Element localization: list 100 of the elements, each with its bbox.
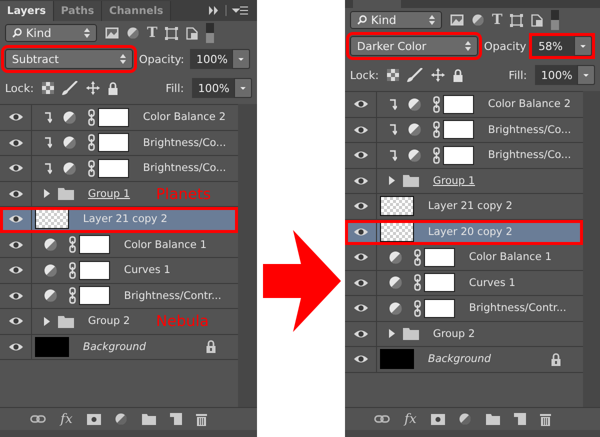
fill-field[interactable]: 100% xyxy=(189,75,255,101)
image-filter-icon[interactable] xyxy=(450,14,464,26)
shape-filter-icon[interactable] xyxy=(165,26,178,40)
type-filter-button[interactable]: T xyxy=(492,12,502,28)
smart-object-filter-icon[interactable] xyxy=(531,14,544,26)
smart-object-filter-icon[interactable] xyxy=(186,26,198,40)
layer-row[interactable]: Brightness/Co... xyxy=(0,156,238,182)
layer-row[interactable]: Brightness/Contr... xyxy=(0,284,238,309)
filter-dropdown[interactable]: Kind xyxy=(5,24,97,42)
layer-row[interactable]: Brightness/Co... xyxy=(345,118,583,143)
type-filter-button[interactable]: T xyxy=(147,25,158,41)
resize-grip[interactable] xyxy=(0,430,257,437)
expand-triangle-icon[interactable] xyxy=(44,189,50,198)
folder-icon[interactable] xyxy=(142,414,156,424)
layer-row[interactable]: Curves 1 xyxy=(345,270,583,296)
link-icon[interactable] xyxy=(30,415,46,423)
eye-icon[interactable] xyxy=(8,265,24,276)
filter-dropdown[interactable]: Kind xyxy=(350,11,442,29)
layer-row[interactable]: Color Balance 1 xyxy=(345,245,583,270)
eye-icon[interactable] xyxy=(352,124,368,135)
eye-icon[interactable] xyxy=(8,138,24,148)
expand-triangle-icon[interactable] xyxy=(389,329,395,338)
eye-icon[interactable] xyxy=(352,201,368,212)
adjustment-layer-icon[interactable] xyxy=(458,412,472,426)
eye-icon[interactable] xyxy=(8,163,24,174)
eye-icon[interactable] xyxy=(8,240,24,250)
new-layer-icon[interactable] xyxy=(170,413,182,425)
eye-icon[interactable] xyxy=(352,328,368,339)
layer-row[interactable]: Curves 1 xyxy=(0,258,238,284)
mask-icon[interactable] xyxy=(430,414,445,424)
layer-row[interactable]: Brightness/Co... xyxy=(345,143,583,168)
opacity-field[interactable]: 58% xyxy=(529,33,596,59)
layer-row[interactable]: Color Balance 1 xyxy=(0,232,238,258)
trash-icon[interactable] xyxy=(540,412,551,426)
scrollbar-track[interactable] xyxy=(583,91,600,407)
annotation-label: Nebula xyxy=(156,312,209,330)
layer-row[interactable]: Group 2 xyxy=(345,322,583,347)
eye-icon[interactable] xyxy=(352,226,368,237)
trash-icon[interactable] xyxy=(196,412,207,426)
layer-row[interactable]: Brightness/Co... xyxy=(0,130,238,156)
layer-row[interactable]: Color Balance 2 xyxy=(345,92,583,118)
scrollbar-track[interactable] xyxy=(238,104,257,407)
layer-row[interactable]: Group 1 xyxy=(345,168,583,194)
brush-icon[interactable] xyxy=(406,68,423,82)
layer-name: Brightness/Co... xyxy=(488,124,572,136)
layer-name: Brightness/Contr... xyxy=(469,302,566,314)
lock-all-icon[interactable] xyxy=(452,68,463,82)
eye-icon[interactable] xyxy=(352,252,368,262)
move-icon[interactable] xyxy=(430,68,445,82)
expand-triangle-icon[interactable] xyxy=(44,316,50,326)
eye-icon[interactable] xyxy=(8,112,24,122)
folder-icon[interactable] xyxy=(486,414,500,424)
mask-icon[interactable] xyxy=(86,414,101,424)
eye-icon[interactable] xyxy=(8,290,24,301)
eye-icon[interactable] xyxy=(352,99,368,110)
adjustment-filter-icon[interactable] xyxy=(127,27,139,39)
eye-icon[interactable] xyxy=(352,278,368,288)
filter-toggle-icon[interactable] xyxy=(551,10,560,30)
opacity-field[interactable]: 100% xyxy=(187,46,254,72)
eye-icon[interactable] xyxy=(352,354,368,364)
panel-tab[interactable]: Paths xyxy=(54,1,102,21)
layer-row[interactable]: Layer 21 copy 2 xyxy=(0,207,238,232)
lock-all-icon[interactable] xyxy=(108,82,118,94)
panel-tab[interactable]: Layers xyxy=(0,1,54,21)
fill-label: Fill: xyxy=(508,68,527,82)
layer-name: Layer 21 copy 2 xyxy=(428,200,512,212)
expand-triangle-icon[interactable] xyxy=(389,176,395,186)
move-icon[interactable] xyxy=(86,81,100,95)
layer-style-button[interactable]: fx xyxy=(404,412,417,426)
panel-menu-icon[interactable] xyxy=(209,5,249,16)
layer-row[interactable]: Color Balance 2 xyxy=(0,105,238,130)
adjustment-filter-icon[interactable] xyxy=(472,14,484,26)
lock-transparency-icon[interactable] xyxy=(42,82,54,94)
layer-row[interactable]: Group 2 Nebula xyxy=(0,309,238,334)
eye-icon[interactable] xyxy=(352,150,368,160)
layer-row[interactable]: Background xyxy=(0,334,238,360)
eye-icon[interactable] xyxy=(8,342,24,352)
adjustment-layer-icon[interactable] xyxy=(114,412,128,426)
layer-thumbnail xyxy=(35,209,69,230)
lock-transparency-icon[interactable] xyxy=(386,69,399,81)
image-filter-icon[interactable] xyxy=(105,27,119,39)
layer-name: Brightness/Contr... xyxy=(124,290,222,302)
eye-icon[interactable] xyxy=(8,316,24,326)
layer-row[interactable]: Layer 20 copy 2 xyxy=(345,220,583,245)
adjustment-icon xyxy=(44,289,57,302)
new-layer-icon[interactable] xyxy=(514,413,526,425)
resize-grip[interactable] xyxy=(345,430,600,437)
eye-icon[interactable] xyxy=(352,303,368,314)
eye-icon[interactable] xyxy=(8,214,24,224)
filter-toggle-icon[interactable] xyxy=(206,23,214,43)
brush-icon[interactable] xyxy=(62,81,78,95)
link-icon[interactable] xyxy=(374,415,390,423)
layer-row[interactable]: Brightness/Contr... xyxy=(345,296,583,322)
layer-row[interactable]: Background xyxy=(345,347,583,372)
shape-filter-icon[interactable] xyxy=(510,14,524,26)
layer-style-button[interactable]: fx xyxy=(60,412,73,426)
eye-icon[interactable] xyxy=(8,188,24,199)
panel-tab[interactable]: Channels xyxy=(102,1,172,21)
fill-field[interactable]: 100% xyxy=(532,62,598,88)
eye-icon[interactable] xyxy=(352,176,368,186)
